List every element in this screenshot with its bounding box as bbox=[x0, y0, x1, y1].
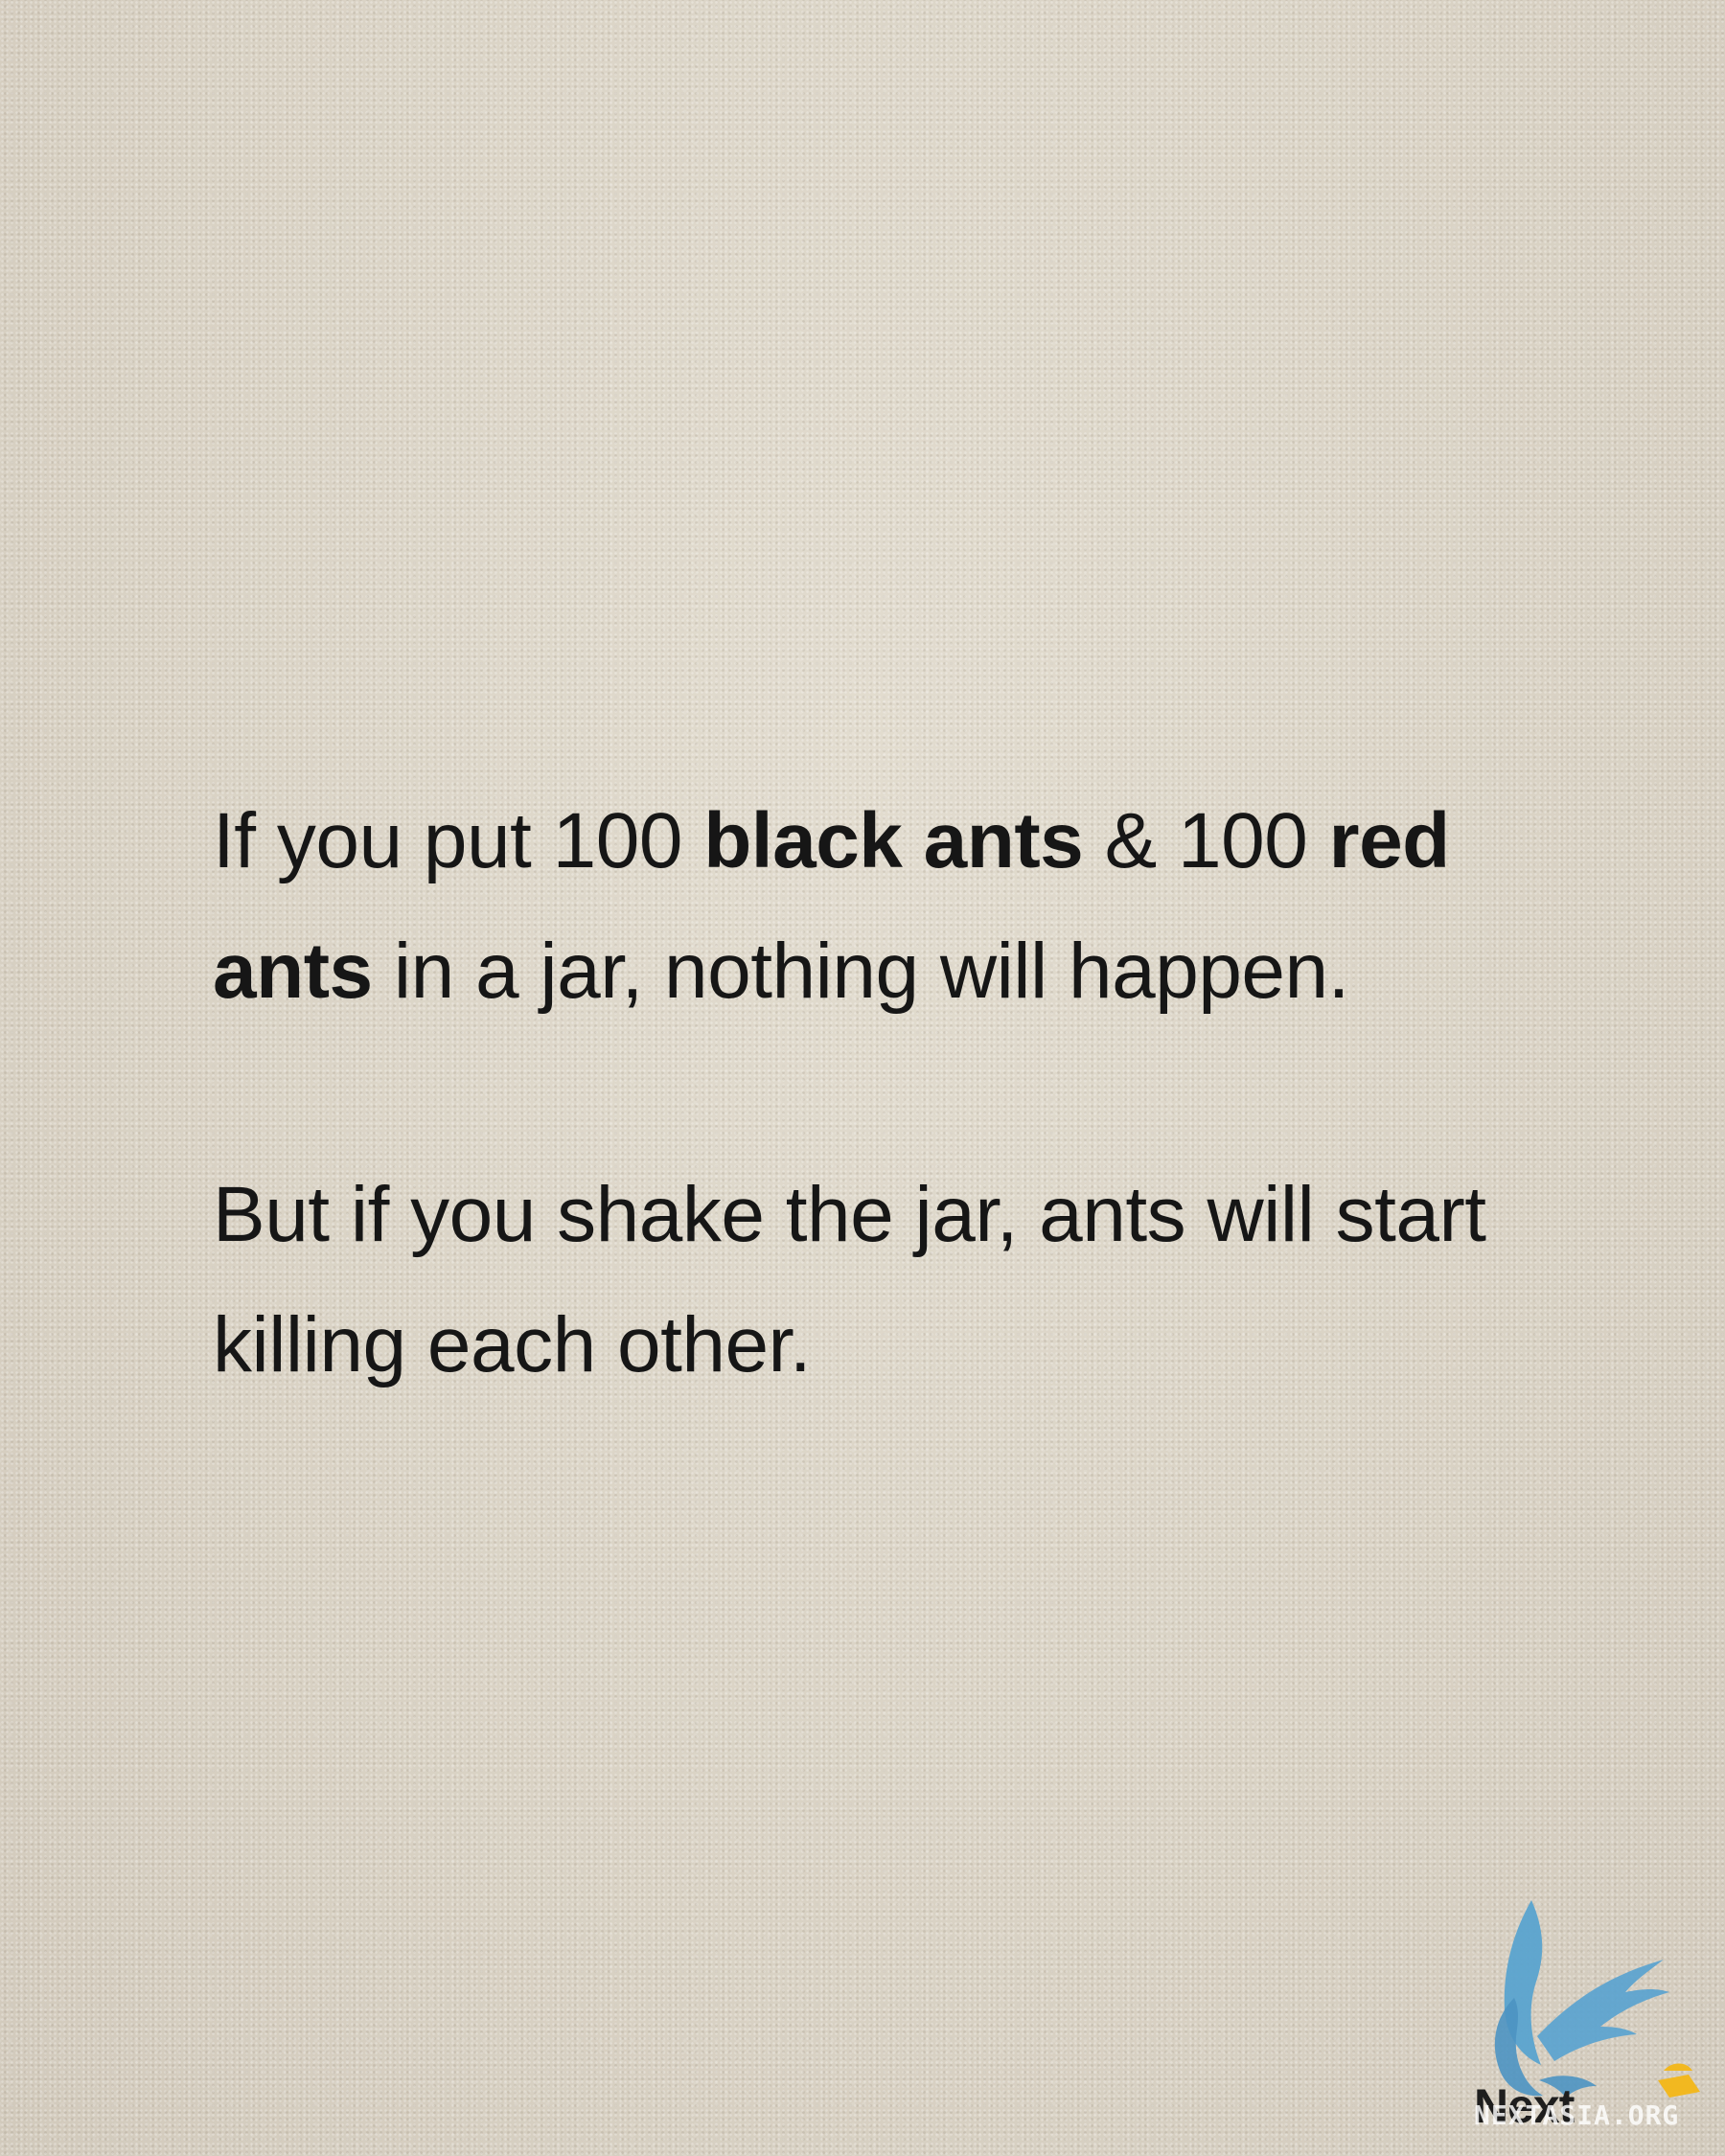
ants-emphasis: ants bbox=[213, 928, 373, 1015]
watermark-logo: Next NEXTASIA.ORG bbox=[1466, 1892, 1725, 2156]
paragraph-twist: But if you shake the jar, ants will star… bbox=[213, 1171, 1486, 1388]
red-emphasis: red bbox=[1328, 797, 1451, 884]
logo-domain: NEXTASIA.ORG bbox=[1474, 2099, 1680, 2131]
intro-text-2: & 100 bbox=[1083, 797, 1329, 884]
intro-text-1: If you put 100 bbox=[213, 797, 704, 884]
quote-content: If you put 100 black ants & 100 red ants… bbox=[213, 776, 1593, 1411]
intro-text-3: in a jar, nothing will happen. bbox=[372, 928, 1350, 1015]
paragraph-intro: If you put 100 black ants & 100 red ants… bbox=[213, 776, 1593, 1037]
black-ants-emphasis: black ants bbox=[703, 797, 1084, 884]
